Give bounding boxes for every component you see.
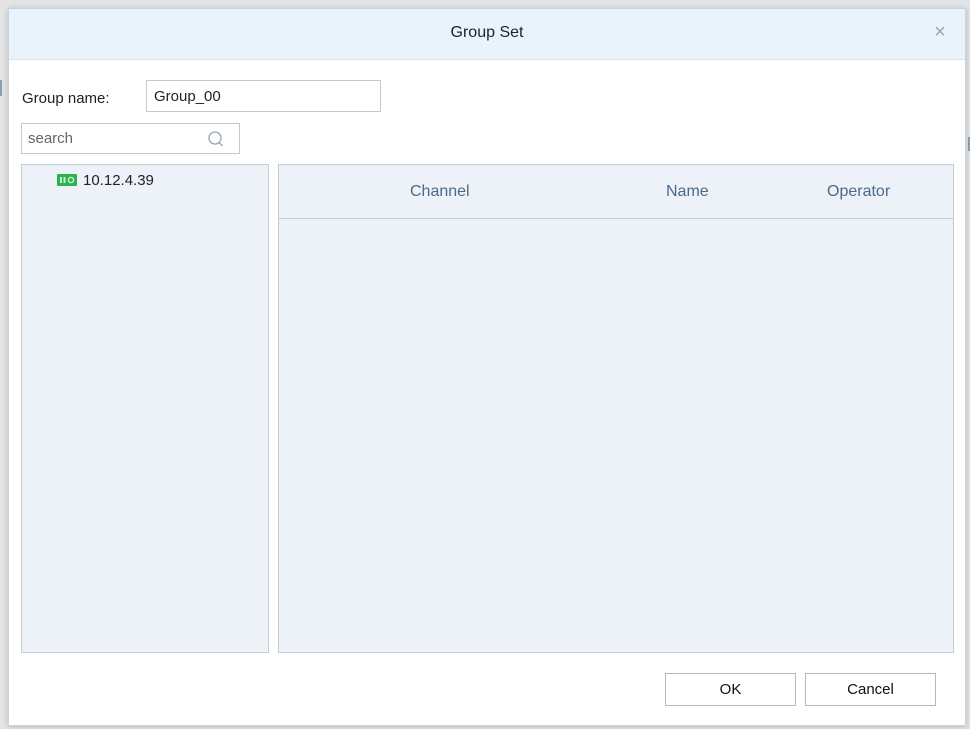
close-button[interactable]: ×	[929, 21, 951, 43]
group-set-dialog: Group Set × Group name: 10.12.4.39 Chann…	[8, 8, 966, 726]
background-edge-left	[0, 80, 2, 96]
device-tree-panel: 10.12.4.39	[21, 164, 269, 653]
table-header: Channel Name Operator	[279, 165, 953, 219]
channel-table: Channel Name Operator	[278, 164, 954, 653]
ok-button[interactable]: OK	[665, 673, 796, 706]
column-header-name[interactable]: Name	[666, 183, 709, 201]
close-icon: ×	[934, 21, 946, 43]
search-box	[21, 123, 240, 154]
tree-item-device[interactable]: 10.12.4.39	[57, 170, 154, 190]
device-icon	[57, 174, 77, 186]
column-header-channel[interactable]: Channel	[410, 183, 470, 201]
dialog-title: Group Set	[450, 24, 524, 41]
search-input[interactable]	[22, 124, 202, 153]
tree-item-label: 10.12.4.39	[83, 171, 154, 189]
group-name-label: Group name:	[22, 90, 110, 107]
column-header-operator[interactable]: Operator	[827, 183, 890, 201]
group-name-input[interactable]	[146, 80, 381, 112]
search-icon[interactable]	[207, 130, 225, 148]
dialog-title-bar[interactable]: Group Set ×	[9, 9, 965, 60]
cancel-button[interactable]: Cancel	[805, 673, 936, 706]
